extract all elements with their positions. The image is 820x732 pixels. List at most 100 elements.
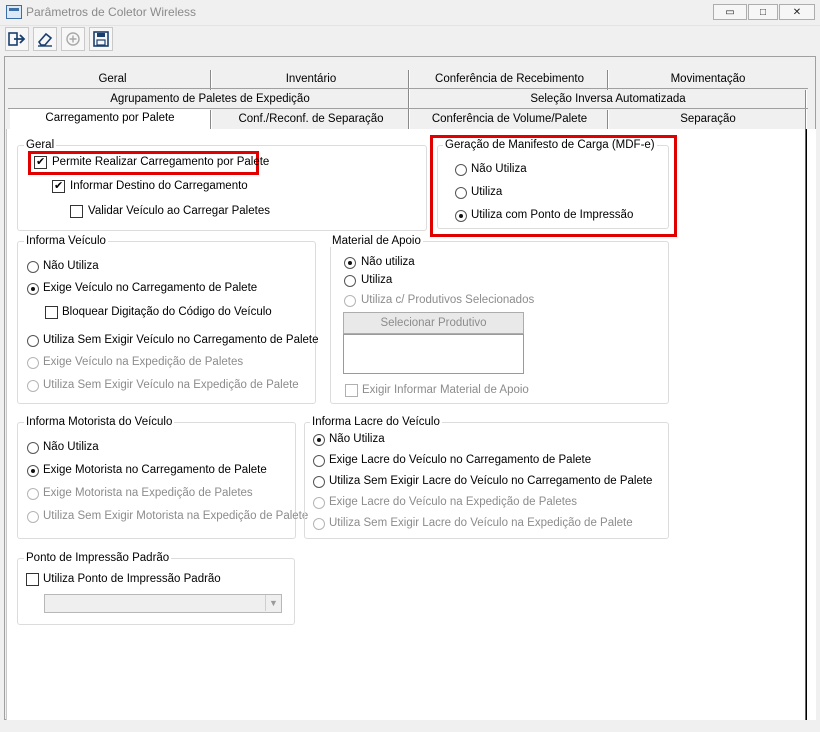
tab-agrupamento-paletes[interactable]: Agrupamento de Paletes de Expedição	[10, 93, 410, 105]
informar-destino-checkbox[interactable]	[52, 179, 65, 193]
veiculo-sem-exigir-expedicao-radio[interactable]	[27, 380, 39, 392]
chevron-down-icon[interactable]: ▼	[265, 595, 281, 611]
material-apoio-label: Material de Apoio	[330, 235, 423, 247]
motorista-sem-exigir-label: Utiliza Sem Exigir Motorista na Expediçã…	[43, 510, 309, 522]
veiculo-sem-exigir-carregamento-radio[interactable]	[27, 335, 39, 347]
tab-separator	[607, 110, 609, 130]
mdfe-group-label: Geração de Manifesto de Carga (MDF-e)	[443, 139, 657, 151]
tab-separator	[408, 70, 410, 90]
mdfe-utiliza-ponto-label: Utiliza com Ponto de Impressão	[471, 209, 634, 221]
app-icon	[6, 5, 22, 19]
window-title: Parâmetros de Coletor Wireless	[26, 5, 197, 19]
tab-carregamento-palete[interactable]: Carregamento por Palete	[10, 109, 210, 129]
mdfe-utiliza-radio[interactable]	[455, 187, 467, 199]
informa-veiculo-label: Informa Veículo	[24, 235, 108, 247]
tab-separator	[210, 70, 212, 90]
permite-carregamento-label: Permite Realizar Carregamento por Palete	[52, 156, 270, 168]
lacre-sem-exigir-carregamento-label: Utiliza Sem Exigir Lacre do Veículo no C…	[329, 475, 653, 487]
ponto-impressao-group-label: Ponto de Impressão Padrão	[24, 552, 172, 564]
veiculo-exige-carregamento-radio[interactable]	[27, 283, 39, 295]
informar-destino-label: Informar Destino do Carregamento	[70, 180, 248, 192]
bloquear-digitacao-label: Bloquear Digitação do Código do Veículo	[62, 306, 272, 318]
utiliza-ponto-impressao-checkbox[interactable]	[26, 573, 39, 586]
tab-separator	[408, 90, 410, 110]
lacre-exige-carregamento-radio[interactable]	[313, 455, 325, 467]
material-utiliza-label: Utiliza	[361, 274, 393, 286]
panel-edge	[806, 129, 816, 720]
lacre-sem-exigir-carregamento-radio[interactable]	[313, 476, 325, 488]
material-nao-utiliza-radio[interactable]	[344, 257, 356, 269]
exit-icon	[8, 32, 26, 46]
lacre-sem-exigir-expedicao-radio[interactable]	[313, 518, 325, 530]
tab-separacao[interactable]: Separação	[612, 113, 804, 125]
tab-separator	[210, 110, 212, 130]
bloquear-digitacao-checkbox[interactable]	[45, 306, 58, 319]
ponto-impressao-combo[interactable]: ▼	[44, 594, 282, 613]
exigir-material-label: Exigir Informar Material de Apoio	[362, 384, 529, 396]
motorista-exige-carregamento-label: Exige Motorista no Carregamento de Palet…	[43, 464, 267, 476]
tab-conf-reconf-separacao[interactable]: Conf./Reconf. de Separação	[215, 113, 407, 125]
tab-inventario[interactable]: Inventário	[215, 73, 407, 85]
tab-row-divider	[8, 88, 808, 89]
lacre-nao-utiliza-radio[interactable]	[313, 434, 325, 446]
mdfe-nao-utiliza-label: Não Utiliza	[471, 163, 527, 175]
save-button[interactable]	[89, 27, 113, 51]
lacre-group-label: Informa Lacre do Veículo	[310, 416, 442, 428]
mdfe-utiliza-label: Utiliza	[471, 186, 503, 198]
veiculo-exige-carregamento-label: Exige Veículo no Carregamento de Palete	[43, 282, 258, 294]
lacre-nao-utiliza-label: Não Utiliza	[329, 433, 385, 445]
material-utiliza-radio[interactable]	[344, 275, 356, 287]
motorista-sem-exigir-radio[interactable]	[27, 511, 39, 523]
lacre-exige-carregamento-label: Exige Lacre do Veículo no Carregamento d…	[329, 454, 592, 466]
motorista-exige-carregamento-radio[interactable]	[27, 465, 39, 477]
mdfe-nao-utiliza-radio[interactable]	[455, 164, 467, 176]
validar-veiculo-label: Validar Veículo ao Carregar Paletes	[88, 205, 270, 217]
validar-veiculo-checkbox[interactable]	[70, 205, 83, 218]
tab-geral[interactable]: Geral	[40, 73, 185, 85]
permite-carregamento-checkbox[interactable]	[34, 155, 47, 169]
motorista-exige-expedicao-radio[interactable]	[27, 488, 39, 500]
utiliza-ponto-impressao-label: Utiliza Ponto de Impressão Padrão	[43, 573, 221, 585]
minimize-icon: ▭	[725, 6, 735, 18]
veiculo-exige-expedicao-radio[interactable]	[27, 357, 39, 369]
tab-separator	[805, 90, 807, 110]
tab-conferencia-recebimento[interactable]: Conferência de Recebimento	[412, 73, 607, 85]
veiculo-sem-exigir-expedicao-label: Utiliza Sem Exigir Veículo na Expedição …	[43, 379, 299, 391]
motorista-group-label: Informa Motorista do Veículo	[24, 416, 175, 428]
lacre-exige-expedicao-label: Exige Lacre do Veículo na Expedição de P…	[329, 496, 578, 508]
veiculo-nao-utiliza-radio[interactable]	[27, 261, 39, 273]
produtivos-list[interactable]	[343, 334, 524, 374]
eraser-icon	[37, 32, 53, 47]
geral-group-label: Geral	[24, 139, 57, 151]
veiculo-sem-exigir-carregamento-label: Utiliza Sem Exigir Veículo no Carregamen…	[43, 334, 319, 346]
mdfe-utiliza-ponto-radio[interactable]	[455, 210, 467, 222]
lacre-exige-expedicao-radio[interactable]	[313, 497, 325, 509]
material-nao-utiliza-label: Não utiliza	[361, 256, 415, 268]
clear-button[interactable]	[33, 27, 57, 51]
material-produtivos-label: Utiliza c/ Produtivos Selecionados	[361, 294, 535, 306]
save-icon	[93, 31, 109, 47]
tab-separator	[805, 110, 807, 130]
tab-separator	[408, 110, 410, 130]
tab-selecao-inversa[interactable]: Seleção Inversa Automatizada	[412, 93, 804, 105]
tab-movimentacao[interactable]: Movimentação	[612, 73, 804, 85]
lacre-sem-exigir-expedicao-label: Utiliza Sem Exigir Lacre do Veículo na E…	[329, 517, 633, 529]
veiculo-nao-utiliza-label: Não Utiliza	[43, 260, 99, 272]
material-produtivos-radio[interactable]	[344, 295, 356, 307]
exigir-material-checkbox[interactable]	[345, 384, 358, 397]
restore-icon: □	[759, 6, 767, 18]
close-button[interactable]: ✕	[779, 4, 815, 20]
maximize-button[interactable]: □	[748, 4, 778, 20]
tab-conferencia-volume[interactable]: Conferência de Volume/Palete	[412, 113, 607, 125]
motorista-nao-utiliza-radio[interactable]	[27, 442, 39, 454]
close-icon: ✕	[792, 6, 802, 18]
motorista-exige-expedicao-label: Exige Motorista na Expedição de Paletes	[43, 487, 253, 499]
tab-separator	[607, 70, 609, 90]
minimize-button[interactable]: ▭	[713, 4, 747, 20]
veiculo-exige-expedicao-label: Exige Veículo na Expedição de Paletes	[43, 356, 244, 368]
add-button[interactable]	[61, 27, 85, 51]
exit-button[interactable]	[5, 27, 29, 51]
selecionar-produtivo-button[interactable]: Selecionar Produtivo	[343, 312, 524, 334]
motorista-nao-utiliza-label: Não Utiliza	[43, 441, 99, 453]
ponto-impressao-group	[17, 558, 295, 625]
